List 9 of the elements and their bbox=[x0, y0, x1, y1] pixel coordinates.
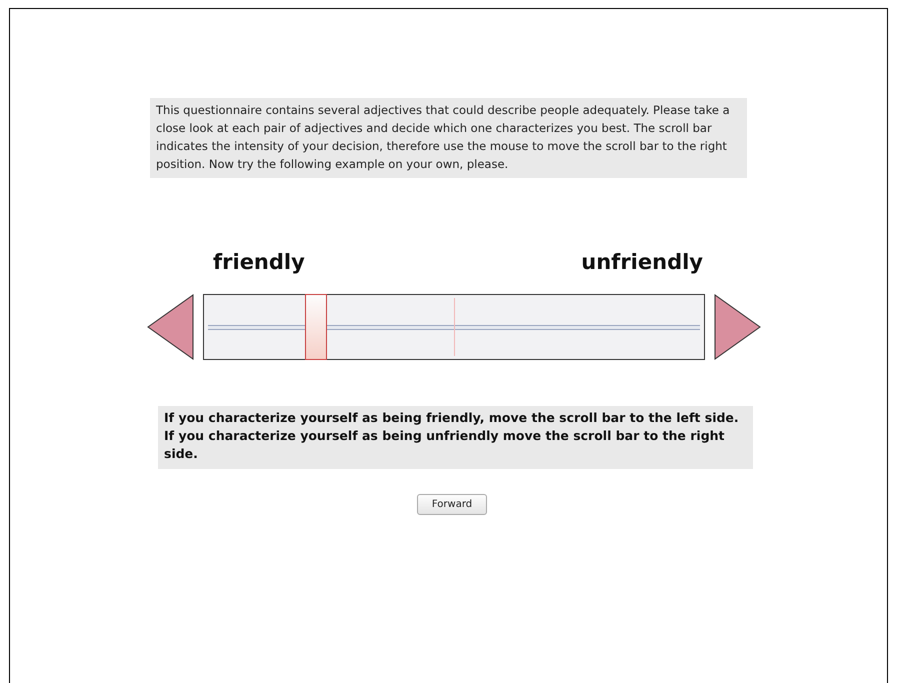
right-label: unfriendly bbox=[581, 250, 703, 274]
right-arrow-icon[interactable] bbox=[714, 294, 761, 360]
intro-text: This questionnaire contains several adjectives that could describe people adequately. Please take a close look at each pair of adjectives and decide which one characterizes you best. The scroll bar indicates the intensity of your decision, therefore use the mouse to move the scroll bar to the right position. Now try the following example on your own, please. bbox=[150, 98, 747, 178]
slider-thumb[interactable] bbox=[304, 294, 327, 360]
left-label: friendly bbox=[213, 250, 305, 274]
left-arrow-icon[interactable] bbox=[147, 294, 194, 360]
slider-track[interactable] bbox=[203, 294, 705, 360]
instruction-text: If you characterize yourself as being friendly, move the scroll bar to the left side. If you characterize yourself as being unfriendly move the scroll bar to the right side. bbox=[158, 406, 753, 469]
forward-button[interactable]: Forward bbox=[417, 494, 487, 515]
